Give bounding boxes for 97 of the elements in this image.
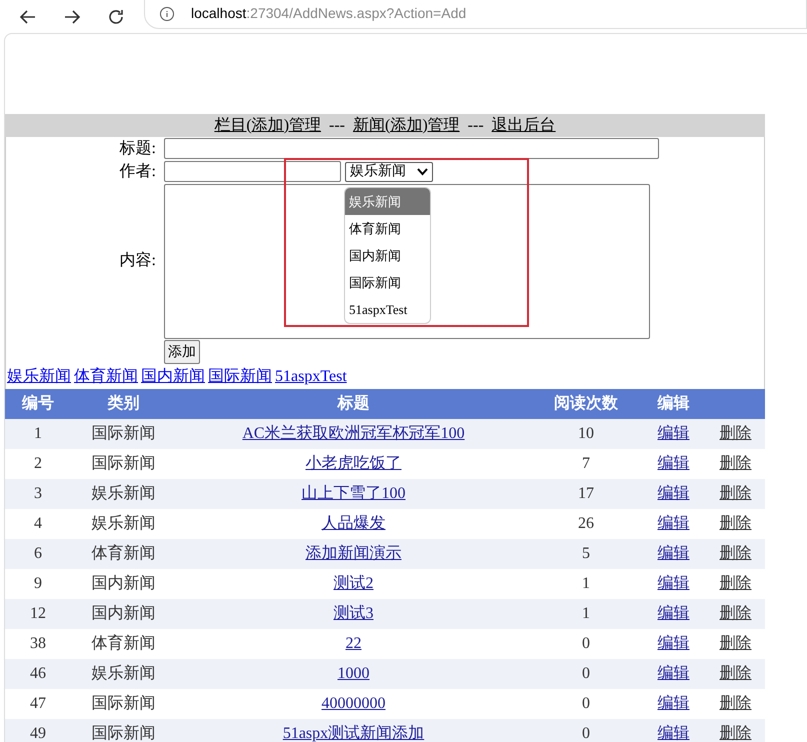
author-input[interactable] <box>164 161 341 182</box>
edit-link[interactable]: 编辑 <box>658 665 690 682</box>
news-title-link[interactable]: 51aspx测试新闻添加 <box>282 725 424 742</box>
delete-link[interactable]: 删除 <box>720 605 752 622</box>
category-link[interactable]: 体育新闻 <box>74 365 138 389</box>
delete-link[interactable]: 删除 <box>720 665 752 682</box>
delete-link[interactable]: 删除 <box>720 455 752 472</box>
table-cell: 国际新闻 <box>92 695 156 712</box>
table-cell: 9 <box>34 575 42 592</box>
edit-link[interactable]: 编辑 <box>658 635 690 652</box>
table-cell: 国内新闻 <box>92 605 156 622</box>
column-header: 类别 <box>108 395 140 412</box>
dropdown-option[interactable]: 娱乐新闻 <box>345 188 430 215</box>
table-cell: 国际新闻 <box>92 425 156 442</box>
table-cell: 国内新闻 <box>92 575 156 592</box>
field-label: 标题: <box>118 138 156 158</box>
delete-link[interactable]: 删除 <box>720 545 752 562</box>
table-cell: 6 <box>34 545 42 562</box>
dropdown-option[interactable]: 国际新闻 <box>345 269 430 296</box>
table-cell: 0 <box>582 635 590 652</box>
edit-link[interactable]: 编辑 <box>658 605 690 622</box>
table-cell: 国际新闻 <box>92 725 156 742</box>
news-title-link[interactable]: 山上下雪了100 <box>302 485 406 502</box>
delete-link[interactable]: 删除 <box>720 635 752 652</box>
delete-link[interactable]: 删除 <box>720 695 752 712</box>
table-cell: 3 <box>34 485 42 502</box>
table-cell: 0 <box>582 725 590 742</box>
table-cell: 49 <box>30 725 46 742</box>
delete-link[interactable]: 删除 <box>720 425 752 442</box>
news-title-link[interactable]: 测试2 <box>334 575 374 592</box>
delete-link[interactable]: 删除 <box>720 575 752 592</box>
nav-link[interactable]: 新闻(添加)管理 <box>353 114 460 138</box>
edit-link[interactable]: 编辑 <box>658 575 690 592</box>
column-header: 阅读次数 <box>554 395 618 412</box>
dropdown-option[interactable]: 国内新闻 <box>345 242 430 269</box>
nav-link[interactable]: 栏目(添加)管理 <box>214 114 322 138</box>
edit-link[interactable]: 编辑 <box>658 695 690 712</box>
table-cell: 体育新闻 <box>92 545 156 562</box>
news-title-link[interactable]: 40000000 <box>322 695 386 712</box>
column-header: 标题 <box>338 395 370 412</box>
title-input[interactable] <box>164 138 659 159</box>
delete-link[interactable]: 删除 <box>720 485 752 502</box>
news-title-link[interactable]: 添加新闻演示 <box>306 545 402 562</box>
info-icon <box>159 6 175 22</box>
field-label: 作者: <box>118 162 156 182</box>
address-bar[interactable]: localhost:27304/AddNews.aspx?Action=Add <box>144 0 807 28</box>
delete-link[interactable]: 删除 <box>720 725 752 742</box>
table-cell: 1 <box>582 575 590 592</box>
table-cell: 5 <box>582 545 590 562</box>
separator-text: --- <box>329 116 345 136</box>
news-title-link[interactable]: 22 <box>346 635 362 652</box>
edit-link[interactable]: 编辑 <box>658 725 690 742</box>
dropdown-option[interactable]: 51aspxTest <box>345 296 430 323</box>
category-select[interactable]: 娱乐新闻 <box>345 162 433 182</box>
table-cell: 47 <box>30 695 46 712</box>
table-cell: 娱乐新闻 <box>92 485 156 502</box>
url-text: localhost:27304/AddNews.aspx?Action=Add <box>191 4 466 23</box>
table-cell: 12 <box>30 605 46 622</box>
table-cell: 46 <box>30 665 46 682</box>
table-cell: 0 <box>582 665 590 682</box>
table-cell: 7 <box>582 455 590 472</box>
nav-link[interactable]: 退出后台 <box>492 114 556 138</box>
column-header: 编号 <box>22 395 54 412</box>
table-cell: 38 <box>30 635 46 652</box>
table-cell: 1 <box>34 425 42 442</box>
caret-icon <box>417 168 428 176</box>
table-cell: 0 <box>582 695 590 712</box>
table-cell: 2 <box>34 455 42 472</box>
table-cell: 国际新闻 <box>92 455 156 472</box>
field-label: 内容: <box>118 250 156 271</box>
news-title-link[interactable]: 测试3 <box>334 605 374 622</box>
table-cell: 10 <box>578 425 594 442</box>
table-cell: 26 <box>578 515 594 532</box>
table-cell: 17 <box>578 485 594 502</box>
news-title-link[interactable]: 1000 <box>338 665 370 682</box>
category-link[interactable]: 国内新闻 <box>141 365 205 389</box>
table-cell: 娱乐新闻 <box>92 665 156 682</box>
edit-link[interactable]: 编辑 <box>658 455 690 472</box>
table-cell: 1 <box>582 605 590 622</box>
table-cell: 娱乐新闻 <box>92 515 156 532</box>
edit-link[interactable]: 编辑 <box>658 485 690 502</box>
news-title-link[interactable]: 人品爆发 <box>322 515 386 532</box>
news-title-link[interactable]: AC米兰获取欧洲冠军杯冠军100 <box>242 425 465 442</box>
edit-link[interactable]: 编辑 <box>658 425 690 442</box>
dropdown-option[interactable]: 体育新闻 <box>345 215 430 242</box>
category-link[interactable]: 51aspxTest <box>275 365 347 389</box>
table-cell: 体育新闻 <box>92 635 156 652</box>
category-link[interactable]: 娱乐新闻 <box>7 365 71 389</box>
add-button[interactable]: 添加 <box>164 340 200 364</box>
edit-link[interactable]: 编辑 <box>658 545 690 562</box>
table-cell: 4 <box>34 515 42 532</box>
delete-link[interactable]: 删除 <box>720 515 752 532</box>
category-link[interactable]: 国际新闻 <box>208 365 272 389</box>
column-header: 编辑 <box>658 395 690 412</box>
news-title-link[interactable]: 小老虎吃饭了 <box>306 455 402 472</box>
separator-text: --- <box>468 116 484 136</box>
edit-link[interactable]: 编辑 <box>658 515 690 532</box>
